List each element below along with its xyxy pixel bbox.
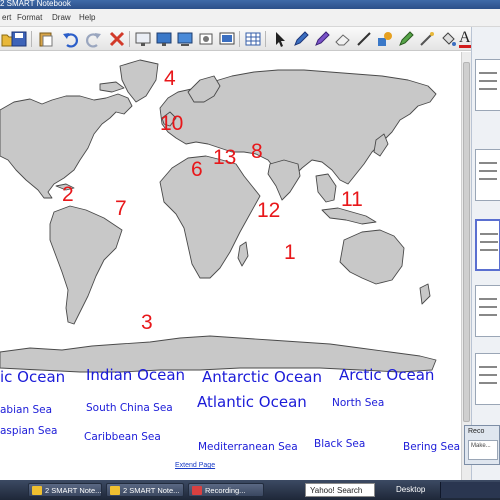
toolbar: A: [0, 27, 500, 51]
undo-icon[interactable]: [61, 30, 79, 48]
creative-pen-icon[interactable]: [313, 30, 331, 48]
taskbar-recording-button[interactable]: Recording...: [188, 483, 264, 497]
label-caribbean-sea[interactable]: Caribbean Sea: [84, 432, 161, 443]
recorder-window[interactable]: Reco Make...: [464, 425, 500, 465]
label-bering-sea[interactable]: Bering Sea: [403, 442, 460, 453]
map-number[interactable]: 12: [257, 200, 280, 221]
india: [267, 159, 301, 201]
greenland: [119, 59, 159, 103]
vertical-scrollbar[interactable]: [461, 52, 471, 480]
label-mediterranean-sea[interactable]: Mediterranean Sea: [198, 442, 298, 453]
map-number[interactable]: 7: [115, 198, 127, 219]
screen-shade-icon[interactable]: [134, 30, 152, 48]
record-icon: [192, 486, 202, 495]
select-icon[interactable]: [271, 30, 289, 48]
hudson-bay-island: [99, 81, 125, 93]
menu-insert[interactable]: ert: [2, 13, 11, 22]
menu-format[interactable]: Format: [17, 13, 42, 22]
page-thumbnail[interactable]: [475, 59, 500, 111]
pen-icon[interactable]: [292, 30, 310, 48]
notebook-page[interactable]: 4 10 8 6 13 2 7 11 12 1 3 ic Ocean India…: [0, 52, 470, 480]
label-indian-ocean[interactable]: Indian Ocean: [86, 368, 185, 383]
fill-icon[interactable]: [397, 30, 415, 48]
scrollbar-thumb[interactable]: [463, 62, 470, 422]
notebook-icon: [110, 486, 120, 495]
menu-draw[interactable]: Draw: [52, 13, 71, 22]
map-number[interactable]: 2: [62, 184, 74, 205]
map-number[interactable]: 10: [160, 113, 183, 134]
page-thumbnail[interactable]: [475, 149, 500, 201]
system-tray: [440, 482, 500, 498]
taskbar: 2 SMART Note... 2 SMART Note... Recordin…: [0, 480, 500, 500]
recorder-title: Reco: [468, 428, 485, 435]
map-number[interactable]: 3: [141, 312, 153, 333]
redo-icon[interactable]: [85, 30, 103, 48]
label-arctic-ocean[interactable]: Arctic Ocean: [339, 368, 434, 383]
toolbar-separator: [31, 31, 32, 47]
australia: [339, 229, 405, 285]
label-atlantic-ocean[interactable]: Atlantic Ocean: [197, 395, 307, 410]
label-antarctic-ocean[interactable]: Antarctic Ocean: [202, 370, 322, 385]
folder-icon: [32, 486, 42, 495]
taskbar-notebook-label: 2 SMART Note...: [45, 486, 102, 495]
eraser-icon[interactable]: [334, 30, 352, 48]
page-thumbnail-current[interactable]: [475, 219, 500, 271]
capture-icon[interactable]: [197, 30, 215, 48]
label-black-sea[interactable]: Black Sea: [314, 439, 365, 450]
map-number[interactable]: 11: [341, 189, 363, 210]
menu-bar: ert Format Draw Help: [0, 9, 500, 27]
window-title: 2 SMART Notebook: [0, 0, 71, 8]
label-ocean-partial[interactable]: ic Ocean: [0, 370, 65, 385]
label-north-sea[interactable]: North Sea: [332, 398, 384, 409]
taskbar-smart-notebook-button[interactable]: 2 SMART Note...: [106, 483, 184, 497]
window-titlebar: 2 SMART Notebook: [0, 0, 500, 9]
label-south-china-sea[interactable]: South China Sea: [86, 403, 173, 414]
toolbar-separator: [129, 31, 130, 47]
map-number[interactable]: 4: [164, 68, 176, 89]
toolbar-separator: [265, 31, 266, 47]
shapes-icon[interactable]: [376, 30, 394, 48]
madagascar: [237, 241, 249, 267]
page-sorter-sidebar: [471, 27, 500, 480]
taskbar-notebook-label: 2 SMART Note...: [123, 486, 180, 495]
fill-bucket-icon[interactable]: [439, 30, 457, 48]
recorder-body: Make...: [468, 440, 498, 460]
menu-help[interactable]: Help: [79, 13, 95, 22]
world-map: [0, 59, 437, 373]
table-icon[interactable]: [244, 30, 262, 48]
yahoo-search-box[interactable]: Yahoo! Search: [305, 483, 375, 497]
display-icon[interactable]: [176, 30, 194, 48]
page-thumbnail[interactable]: [475, 353, 500, 405]
desktop-toolbar-label[interactable]: Desktop: [396, 485, 425, 494]
taskbar-notebook-button[interactable]: 2 SMART Note...: [28, 483, 102, 497]
line-icon[interactable]: [355, 30, 373, 48]
full-screen-icon[interactable]: [155, 30, 173, 48]
southeast-asia: [315, 173, 337, 203]
label-arabian-sea[interactable]: abian Sea: [0, 405, 52, 416]
taskbar-recording-label: Recording...: [205, 486, 246, 495]
map-number[interactable]: 13: [213, 147, 236, 168]
delete-icon[interactable]: [108, 30, 126, 48]
save-icon[interactable]: [10, 30, 28, 48]
extend-page-link[interactable]: Extend Page: [175, 462, 215, 469]
map-number[interactable]: 6: [191, 159, 203, 180]
label-caspian-sea[interactable]: aspian Sea: [0, 426, 57, 437]
toolbar-separator: [239, 31, 240, 47]
paste-icon[interactable]: [37, 30, 55, 48]
page-thumbnail[interactable]: [475, 285, 500, 337]
magic-pen-icon[interactable]: [418, 30, 436, 48]
new-zealand: [419, 283, 431, 305]
south-america: [49, 205, 123, 325]
document-camera-icon[interactable]: [218, 30, 236, 48]
map-number[interactable]: 8: [251, 141, 263, 162]
map-number[interactable]: 1: [284, 242, 296, 263]
